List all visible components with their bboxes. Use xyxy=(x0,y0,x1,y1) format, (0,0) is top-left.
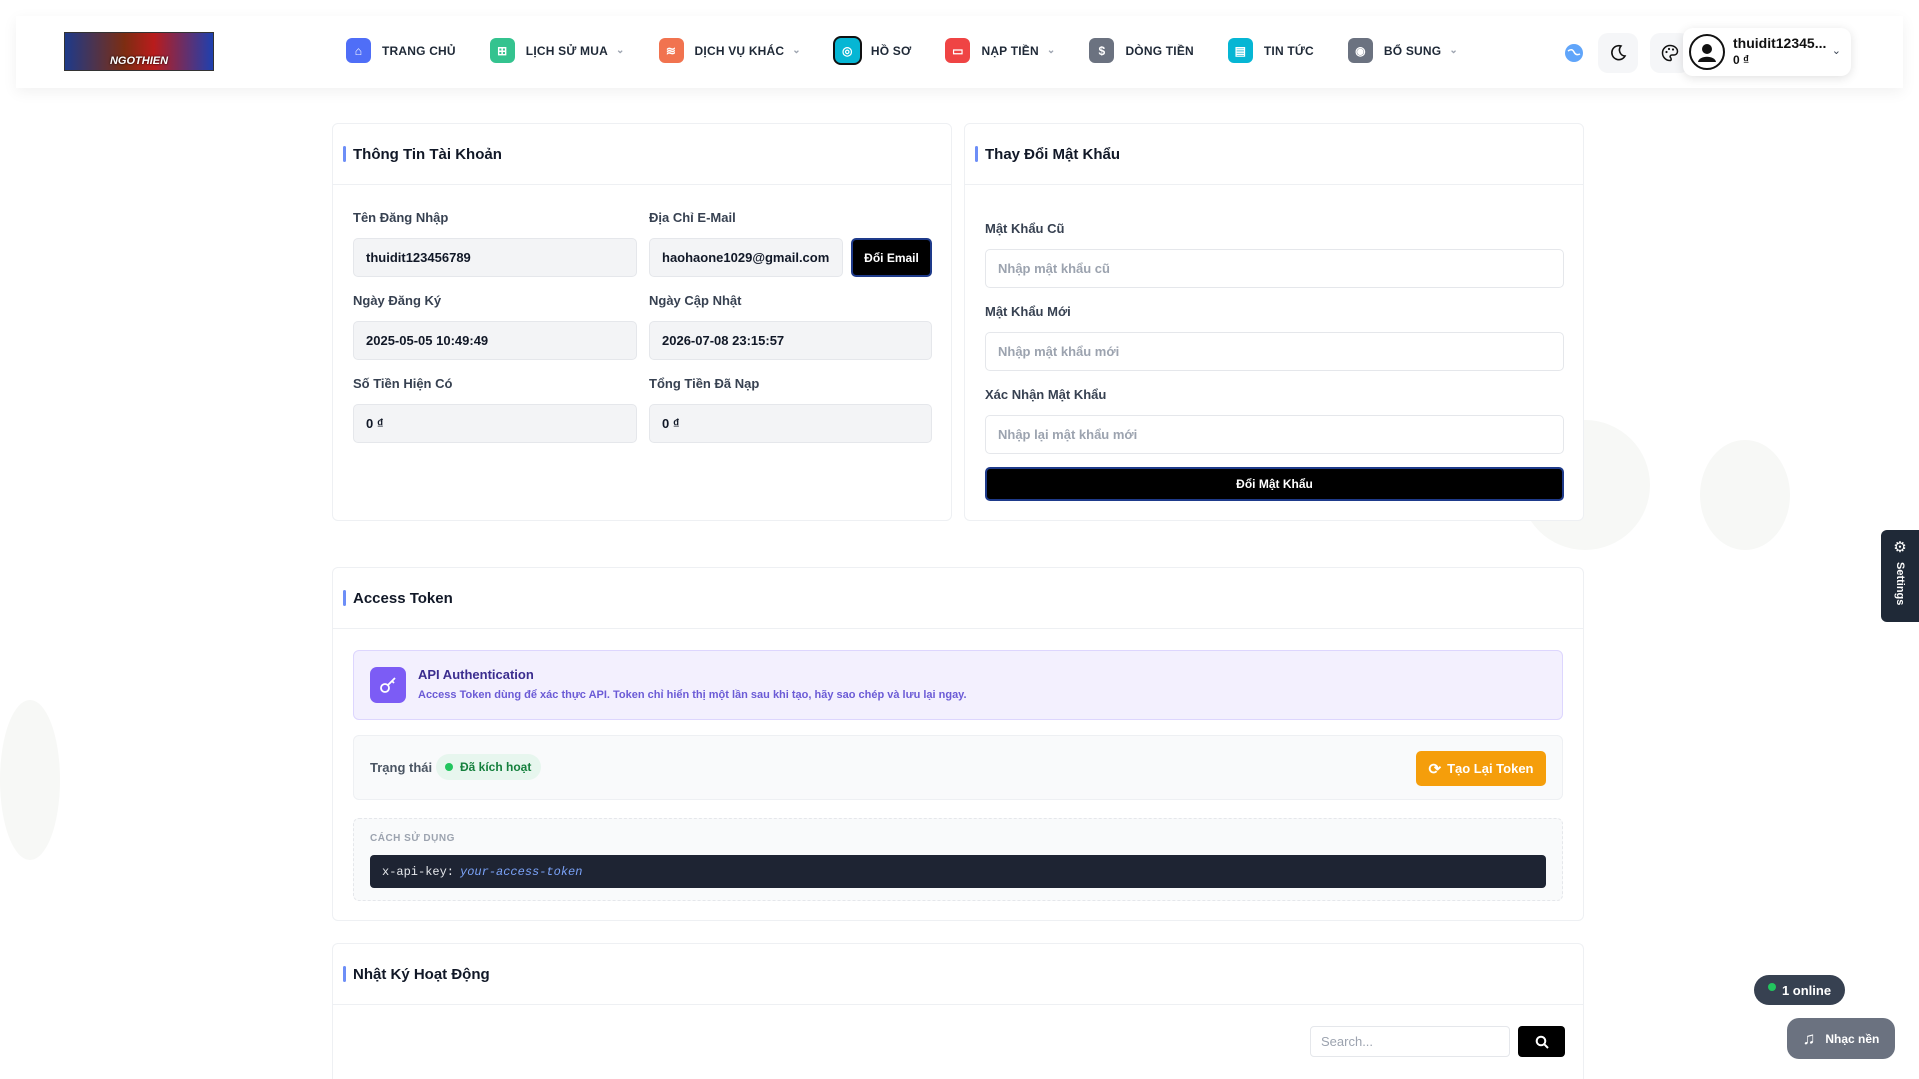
nav-item-5[interactable]: $ DÒNG TIỀN xyxy=(1089,38,1194,63)
status-badge: Đã kích hoạt xyxy=(436,754,542,780)
dollar-icon: $ xyxy=(1089,38,1115,63)
confirm-password-label: Xác Nhận Mật Khẩu xyxy=(985,387,1107,402)
nav-item-6[interactable]: ▤ TIN TỨC xyxy=(1227,38,1314,63)
profile-icon: ◎ xyxy=(834,38,860,63)
search-icon xyxy=(1535,1035,1549,1049)
online-text: 1 online xyxy=(1781,982,1832,998)
change-password-title: Thay Đổi Mật Khẩu xyxy=(985,145,1121,163)
chevron-down-icon: ⌄ xyxy=(1831,45,1841,57)
chevron-down-icon: ⌄ xyxy=(615,45,625,56)
balance-label: Số Tiền Hiện Có xyxy=(353,376,453,391)
news-icon: ▤ xyxy=(1227,38,1253,63)
nav-item-2[interactable]: ≋ DỊCH VỤ KHÁC ⌄ xyxy=(658,38,801,63)
regenerate-token-label: Tạo Lại Token xyxy=(1447,761,1534,776)
chevron-down-icon: ⌄ xyxy=(792,45,801,56)
nav-label: DÒNG TIỀN xyxy=(1125,43,1194,58)
change-password-button[interactable]: Đổi Mật Khẩu xyxy=(985,467,1564,501)
api-info-box: API Authentication Access Token dùng để … xyxy=(353,650,1563,720)
nav-label: NẠP TIỀN xyxy=(981,43,1039,58)
confirm-password-input[interactable] xyxy=(985,415,1564,454)
chevron-down-icon: ⌄ xyxy=(1046,45,1056,56)
usage-label: CÁCH SỬ DỤNG xyxy=(370,833,455,844)
refresh-icon: ⟳ xyxy=(1428,760,1442,778)
nav-item-0[interactable]: ⌂ TRANG CHỦ xyxy=(346,38,456,63)
username-label: Tên Đăng Nhập xyxy=(353,210,449,225)
music-note-icon: ♫ xyxy=(1802,1028,1816,1048)
token-status-box: Trạng thái Đã kích hoạt ⟳ Tạo Lại Token xyxy=(353,735,1563,800)
settings-label: Settings xyxy=(1894,562,1906,606)
activity-search-input[interactable] xyxy=(1310,1026,1510,1057)
search-button[interactable] xyxy=(1518,1026,1565,1057)
status-label: Trạng thái xyxy=(370,760,433,775)
gear-icon: ⚙ xyxy=(1893,539,1907,556)
nav-label: TRANG CHỦ xyxy=(382,43,456,58)
old-password-label: Mật Khẩu Cũ xyxy=(985,221,1065,236)
code-snippet[interactable]: x-api-key: your-access-token xyxy=(370,855,1546,888)
chevron-down-icon: ⌄ xyxy=(1449,45,1458,56)
avatar xyxy=(1689,34,1725,70)
user-name: thuidit12345... xyxy=(1733,35,1827,51)
settings-tab[interactable]: ⚙ Settings xyxy=(1881,530,1919,622)
nav-label: TIN TỨC xyxy=(1263,43,1314,58)
old-password-input[interactable] xyxy=(985,249,1564,288)
plus-circle-icon: ◉ xyxy=(1347,38,1373,63)
activity-log-title: Nhật Ký Hoạt Động xyxy=(353,965,490,983)
updated-date-field[interactable] xyxy=(649,321,932,360)
nav-label: LỊCH SỬ MUA xyxy=(525,43,608,58)
change-email-button[interactable]: Đổi Email xyxy=(851,238,932,277)
account-info-card: Thông Tin Tài Khoản Tên Đăng Nhập Địa Ch… xyxy=(332,123,952,521)
layers-icon: ≋ xyxy=(658,38,684,63)
api-title: API Authentication xyxy=(418,667,534,682)
nav-label: BỔ SUNG xyxy=(1383,43,1442,58)
updated-date-label: Ngày Cập Nhật xyxy=(649,293,742,308)
nav-item-3[interactable]: ◎ HỒ SƠ xyxy=(834,38,912,63)
gamepad-icon: ⊞ xyxy=(489,38,515,63)
nav-item-4[interactable]: ▭ NẠP TIỀN ⌄ xyxy=(945,38,1055,63)
regenerate-token-button[interactable]: ⟳ Tạo Lại Token xyxy=(1416,751,1546,786)
logo-text: NGOTHIEN xyxy=(109,55,169,67)
code-key: x-api-key: xyxy=(382,864,455,879)
register-date-field[interactable] xyxy=(353,321,637,360)
email-label: Địa Chỉ E-Mail xyxy=(649,210,736,225)
email-field[interactable] xyxy=(649,238,843,277)
nav-label: DỊCH VỤ KHÁC xyxy=(694,43,785,58)
key-icon xyxy=(370,667,406,703)
dark-mode-moon-icon[interactable] xyxy=(1598,33,1638,73)
home-icon: ⌂ xyxy=(346,38,371,63)
code-value: your-access-token xyxy=(460,864,583,879)
total-deposit-field[interactable] xyxy=(649,404,932,443)
access-token-title: Access Token xyxy=(353,589,453,607)
change-password-card: Thay Đổi Mật Khẩu Mật Khẩu Cũ Mật Khẩu M… xyxy=(964,123,1584,521)
online-counter: 1 online xyxy=(1754,975,1845,1005)
background-music-button[interactable]: ♫ Nhạc nền xyxy=(1787,1018,1895,1059)
usage-box: CÁCH SỬ DỤNG x-api-key: your-access-toke… xyxy=(353,818,1563,901)
top-navbar: NGOTHIEN ⌂ TRANG CHỦ ⊞ LỊCH SỬ MUA ⌄ ≋ DỊCH VỤ… xyxy=(16,16,1903,88)
account-info-title: Thông Tin Tài Khoản xyxy=(353,145,502,163)
nav-item-1[interactable]: ⊞ LỊCH SỬ MUA ⌄ xyxy=(489,38,625,63)
access-token-card: Access Token API Authentication Access T… xyxy=(332,567,1584,921)
nav-item-7[interactable]: ◉ BỔ SUNG ⌄ xyxy=(1347,38,1458,63)
username-field[interactable] xyxy=(353,238,637,277)
activity-log-card: Nhật Ký Hoạt Động xyxy=(332,943,1584,1079)
user-balance: 0 ₫ xyxy=(1733,53,1750,67)
register-date-label: Ngày Đăng Ký xyxy=(353,293,442,308)
balance-field[interactable] xyxy=(353,404,637,443)
site-logo[interactable]: NGOTHIEN xyxy=(64,32,214,71)
nav-label: HỒ SƠ xyxy=(870,43,912,58)
online-dot-icon xyxy=(1767,983,1776,991)
api-description: Access Token dùng để xác thực API. Token… xyxy=(418,689,967,701)
new-password-label: Mật Khẩu Mới xyxy=(985,304,1071,319)
wallet-icon: ▭ xyxy=(945,38,971,63)
music-label: Nhạc nền xyxy=(1825,1031,1880,1046)
user-menu[interactable]: thuidit12345... 0 ₫ ⌄ xyxy=(1683,28,1851,76)
total-deposit-label: Tổng Tiền Đã Nạp xyxy=(649,376,760,391)
new-password-input[interactable] xyxy=(985,332,1564,371)
language-globe-icon[interactable] xyxy=(1554,33,1594,73)
main-nav: ⌂ TRANG CHỦ ⊞ LỊCH SỬ MUA ⌄ ≋ DỊCH VỤ KHÁC ⌄ ◎ HỒ… xyxy=(346,38,1492,63)
